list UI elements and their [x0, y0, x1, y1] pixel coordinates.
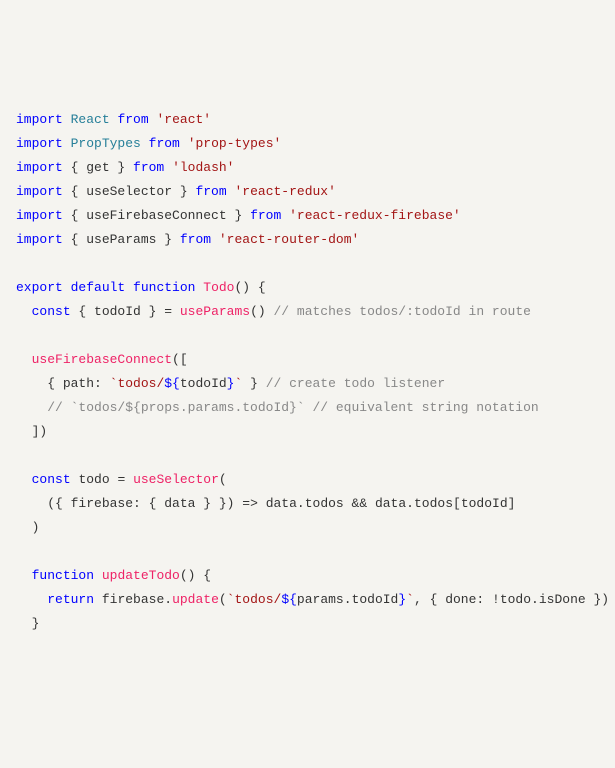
fn-update: update [172, 592, 219, 607]
kw-function: function [32, 568, 94, 583]
kw-const: const [32, 472, 71, 487]
tmpl: `todos/ [110, 376, 165, 391]
fn-useselector: useSelector [133, 472, 219, 487]
kw-import: import [16, 232, 63, 247]
ident: todoId [94, 304, 141, 319]
ident: todoId [461, 496, 508, 511]
ident: useParams [86, 232, 156, 247]
code-block: import React from 'react' import PropTyp… [16, 108, 599, 636]
fn-useparams: useParams [180, 304, 250, 319]
ident-proptypes: PropTypes [71, 136, 141, 151]
kw-from: from [117, 112, 148, 127]
kw-default: default [71, 280, 126, 295]
ident: todos [414, 496, 453, 511]
prop-path: path [63, 376, 94, 391]
kw-function: function [133, 280, 195, 295]
tmpl: ` [406, 592, 414, 607]
ident: todoId [352, 592, 399, 607]
str: 'react-redux' [234, 184, 335, 199]
fn-todo: Todo [203, 280, 234, 295]
ident: todoId [180, 376, 227, 391]
kw-from: from [133, 160, 164, 175]
str: 'react' [156, 112, 211, 127]
ident: todos [305, 496, 344, 511]
ident: todo [500, 592, 531, 607]
ident: useFirebaseConnect [86, 208, 226, 223]
kw-import: import [16, 160, 63, 175]
kw-export: export [16, 280, 63, 295]
str: 'react-redux-firebase' [289, 208, 461, 223]
kw-import: import [16, 208, 63, 223]
kw-import: import [16, 184, 63, 199]
ident: data [164, 496, 195, 511]
ident: data [266, 496, 297, 511]
fn-usefirebaseconnect: useFirebaseConnect [32, 352, 172, 367]
ident: isDone [539, 592, 586, 607]
ident: params [297, 592, 344, 607]
ident: done [445, 592, 476, 607]
tmpl: ` [234, 376, 242, 391]
kw-import: import [16, 112, 63, 127]
ident: firebase [102, 592, 164, 607]
str: 'prop-types' [188, 136, 282, 151]
ident: todo [78, 472, 109, 487]
comment: // matches todos/:todoId in route [273, 304, 530, 319]
ident: data [375, 496, 406, 511]
kw-return: return [47, 592, 94, 607]
tmpl: `todos/ [227, 592, 282, 607]
str: 'react-router-dom' [219, 232, 359, 247]
ident: useSelector [86, 184, 172, 199]
kw-import: import [16, 136, 63, 151]
ident: get [86, 160, 109, 175]
kw-from: from [195, 184, 226, 199]
kw-from: from [180, 232, 211, 247]
fn-updatetodo: updateTodo [102, 568, 180, 583]
comment: // `todos/${props.params.todoId}` // equ… [47, 400, 538, 415]
kw-from: from [149, 136, 180, 151]
ident: firebase [71, 496, 133, 511]
ident-react: React [71, 112, 110, 127]
str: 'lodash' [172, 160, 234, 175]
kw-const: const [32, 304, 71, 319]
kw-from: from [250, 208, 281, 223]
comment: // create todo listener [266, 376, 445, 391]
